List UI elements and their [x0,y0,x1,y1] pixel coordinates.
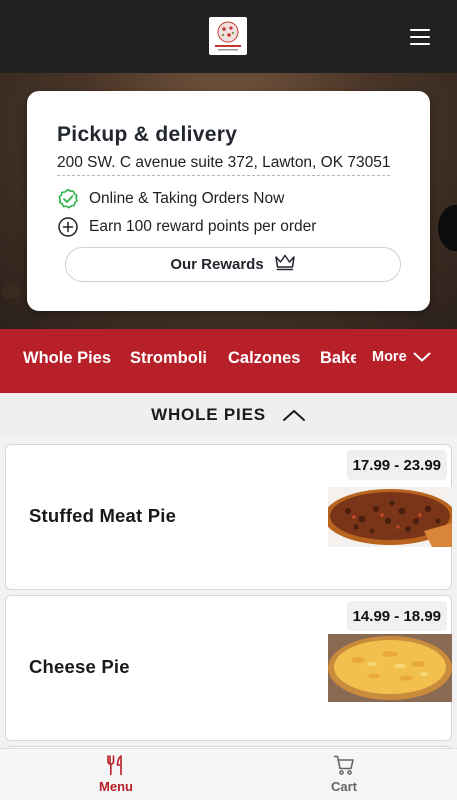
hamburger-menu-icon[interactable] [405,24,435,50]
more-categories-button[interactable]: More [372,349,431,365]
tab-menu[interactable]: Menu [56,754,176,794]
more-label: More [372,349,407,365]
section-title: WHOLE PIES [151,405,266,424]
category-nav: Whole Pies Stromboli Calzones Bake More [0,329,457,393]
menu-item-price: 17.99 - 23.99 [346,450,447,480]
chevron-down-icon [413,352,431,362]
category-bake[interactable]: Bake [320,349,356,368]
rewards-info-text: Earn 100 reward points per order [89,218,317,235]
tab-cart[interactable]: Cart [284,754,404,794]
section-header-whole-pies[interactable]: WHOLE PIES [0,393,457,437]
stuffed-meat-pie-image [328,487,452,547]
menu-item-name: Cheese Pie [29,656,130,677]
cheese-pie-image [328,634,452,702]
check-badge-icon [57,188,79,210]
our-rewards-button[interactable]: Our Rewards [65,247,401,282]
store-info-card: Pickup & delivery 200 SW. C avenue suite… [27,91,430,311]
our-rewards-label: Our Rewards [170,256,264,273]
category-calzones[interactable]: Calzones [228,349,300,368]
menu-item-card[interactable]: Stuffed Meat Pie 17.99 - 23.99 [5,444,452,590]
category-stromboli[interactable]: Stromboli [130,349,207,368]
category-whole-pies[interactable]: Whole Pies [23,349,111,368]
crown-icon [274,253,296,276]
plus-circle-icon [57,216,79,238]
tab-cart-label: Cart [330,779,357,794]
order-type-title: Pickup & delivery [57,123,238,146]
menu-item-name: Stuffed Meat Pie [29,505,177,526]
menu-item-card[interactable]: Cheese Pie 14.99 - 18.99 [5,595,452,741]
store-address[interactable]: 200 SW. C avenue suite 372, Lawton, OK 7… [57,154,391,176]
top-bar [0,0,457,73]
cart-icon [333,755,354,775]
store-status-text: Online & Taking Orders Now [89,190,285,207]
restaurant-logo[interactable] [209,17,247,55]
store-status-row: Online & Taking Orders Now [57,188,284,210]
chevron-up-icon [282,410,305,421]
menu-item-price: 14.99 - 18.99 [346,601,447,631]
bottom-nav: Menu Cart [0,748,457,800]
fork-knife-icon [107,755,122,776]
rewards-info-row: Earn 100 reward points per order [57,216,316,238]
category-bake-clip: Bake [320,329,356,393]
tab-menu-label: Menu [99,779,133,794]
